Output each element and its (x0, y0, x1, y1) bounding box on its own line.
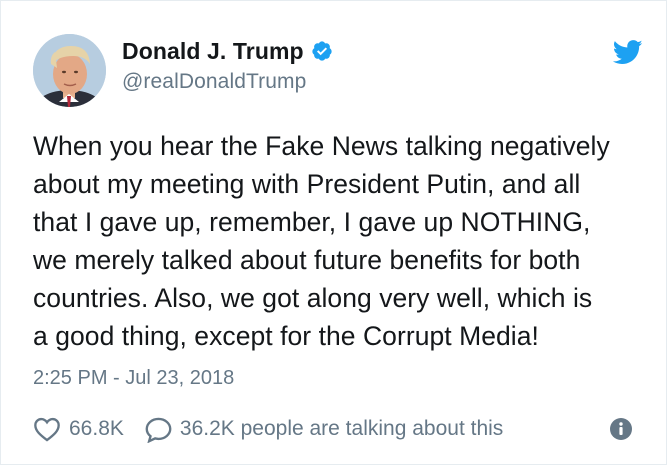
avatar[interactable] (33, 34, 106, 107)
tweet-card: Donald J. Trump @realDonaldTrump When yo… (0, 0, 667, 465)
avatar-image (33, 34, 106, 107)
tweet-actions: 66.8K 36.2K people are talking about thi… (33, 414, 633, 444)
tweet-text-line: we merely talked about future benefits f… (33, 245, 581, 275)
twitter-bird-icon[interactable] (613, 40, 643, 65)
tweet-text: When you hear the Fake News talking nega… (33, 127, 653, 355)
talking-count: 36.2K people are talking about this (179, 417, 504, 440)
tweet-text-line: about my meeting with President Putin, a… (33, 169, 581, 199)
like-action[interactable]: 66.8K (33, 416, 124, 442)
info-icon[interactable] (609, 417, 633, 441)
verified-badge-icon (311, 40, 333, 62)
author-handle[interactable]: @realDonaldTrump (122, 70, 333, 94)
tweet-text-line: When you hear the Fake News talking nega… (33, 131, 610, 161)
display-name[interactable]: Donald J. Trump (122, 38, 304, 65)
tweet-text-line: a good thing, except for the Corrupt Med… (33, 321, 539, 351)
tweet-text-line: that I gave up, remember, I gave up NOTH… (33, 207, 591, 237)
speech-bubble-icon (145, 417, 172, 443)
tweet-timestamp[interactable]: 2:25 PM - Jul 23, 2018 (33, 367, 234, 390)
author-names: Donald J. Trump @realDonaldTrump (122, 36, 333, 94)
tweet-text-line: countries. Also, we got along very well,… (33, 283, 593, 313)
tweet-header: Donald J. Trump @realDonaldTrump (33, 34, 643, 109)
like-count: 66.8K (69, 417, 124, 440)
heart-icon (34, 417, 60, 442)
display-name-row: Donald J. Trump (122, 36, 333, 66)
conversation-action[interactable]: 36.2K people are talking about this (124, 416, 503, 443)
